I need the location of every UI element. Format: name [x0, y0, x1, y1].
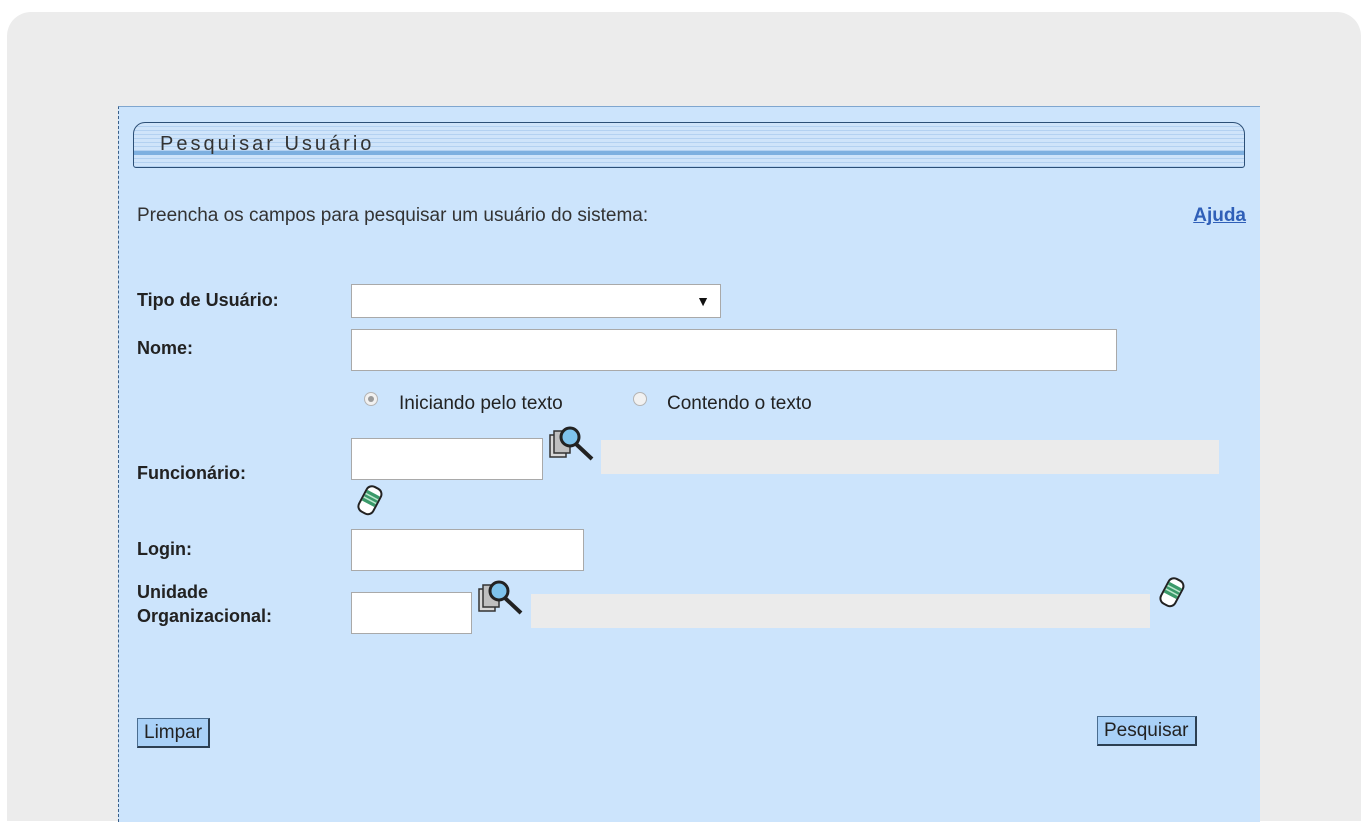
unit-clear-eraser-icon[interactable]	[1155, 575, 1187, 613]
page-title: Pesquisar Usuário	[160, 133, 375, 155]
unit-label-line2: Organizacional:	[137, 606, 273, 626]
unit-code-input[interactable]	[351, 592, 472, 634]
search-button[interactable]: Pesquisar	[1097, 716, 1197, 746]
user-type-label: Tipo de Usuário:	[137, 290, 279, 310]
unit-search-icon[interactable]	[477, 577, 525, 621]
dropdown-arrow-icon: ▼	[696, 293, 710, 309]
radio-starting-with[interactable]	[364, 392, 378, 406]
employee-label: Funcionário:	[137, 463, 246, 483]
intro-text: Preencha os campos para pesquisar um usu…	[137, 205, 649, 226]
unit-label-line1: Unidade	[137, 582, 209, 602]
employee-search-icon[interactable]	[548, 423, 596, 467]
login-label: Login:	[137, 539, 192, 559]
employee-clear-eraser-icon[interactable]	[353, 483, 385, 521]
radio-starting-with-label[interactable]: Iniciando pelo texto	[399, 393, 563, 415]
panel-title-bar: Pesquisar Usuário	[133, 122, 1245, 168]
employee-name-display	[601, 440, 1219, 474]
radio-containing-label[interactable]: Contendo o texto	[667, 393, 812, 415]
help-link[interactable]: Ajuda	[1193, 205, 1246, 227]
radio-containing[interactable]	[633, 392, 647, 406]
employee-code-input[interactable]	[351, 438, 543, 480]
login-input[interactable]	[351, 529, 584, 571]
user-type-select[interactable]: ▼	[351, 284, 721, 318]
search-user-panel: Pesquisar Usuário Preencha os campos par…	[118, 106, 1260, 822]
clear-button[interactable]: Limpar	[137, 718, 211, 748]
name-label: Nome:	[137, 338, 194, 358]
name-input[interactable]	[351, 329, 1117, 371]
unit-name-display	[531, 594, 1150, 628]
